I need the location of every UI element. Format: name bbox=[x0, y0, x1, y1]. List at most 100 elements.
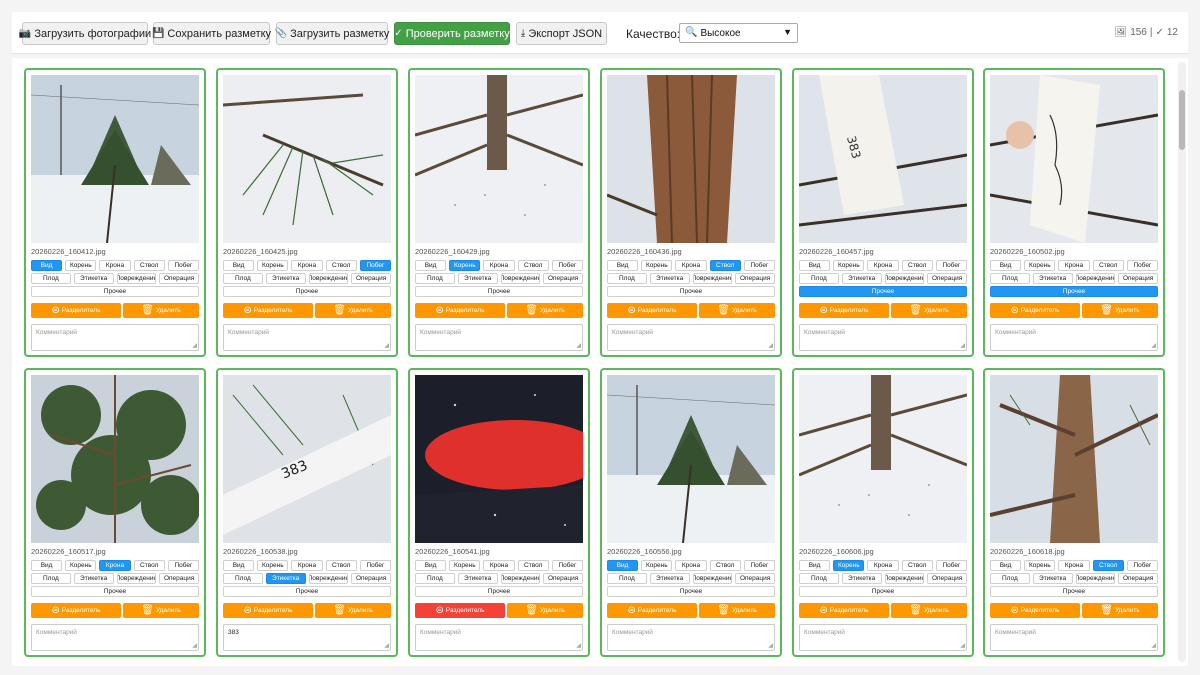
tag-labels.tags_row1.2[interactable]: Крона bbox=[99, 260, 131, 271]
tag-labels.tags_row2.1[interactable]: Этикетка bbox=[73, 273, 114, 284]
delete-button[interactable]: 🗑 Удалить bbox=[315, 603, 391, 618]
tag-labels.tags_row2.0[interactable]: Плод bbox=[607, 573, 647, 584]
tag-labels.tags_row2.1[interactable]: Этикетка bbox=[1032, 573, 1073, 584]
photo-thumbnail[interactable] bbox=[31, 75, 199, 243]
tag-labels.tags_row1.4[interactable]: Побег bbox=[743, 560, 776, 571]
tag-labels.tags_row2.2[interactable]: Повреждение bbox=[500, 273, 541, 284]
tag-labels.other[interactable]: Прочее bbox=[223, 286, 391, 297]
photo-card[interactable]: 20260226_160412.jpg Вид Корень Крона Ствол По… bbox=[24, 68, 206, 357]
photo-card[interactable]: 383 20260226_160457.jpg Вид Корень Крона Ство… bbox=[792, 68, 974, 357]
tag-labels.tags_row2.1[interactable]: Этикетка bbox=[73, 573, 114, 584]
tag-labels.tags_row1.0[interactable]: Вид bbox=[415, 260, 447, 271]
resize-grip-icon[interactable]: ◢ bbox=[384, 342, 389, 349]
tag-labels.tags_row2.2[interactable]: Повреждение bbox=[116, 273, 157, 284]
tag-labels.other[interactable]: Прочее bbox=[990, 286, 1158, 297]
tag-labels.tags_row2.3[interactable]: Операция bbox=[735, 273, 775, 284]
tag-labels.tags_row1.1[interactable]: Корень bbox=[1024, 260, 1056, 271]
comment-textarea[interactable]: Комментарий ◢ bbox=[799, 624, 967, 651]
tag-labels.tags_row1.0[interactable]: Вид bbox=[990, 560, 1022, 571]
split-button[interactable]: ⊜ Разделитель bbox=[799, 303, 889, 318]
tag-labels.tags_row2.1[interactable]: Этикетка bbox=[265, 273, 306, 284]
tag-labels.tags_row2.1[interactable]: Этикетка bbox=[1032, 273, 1073, 284]
tag-labels.tags_row1.2[interactable]: Крона bbox=[675, 560, 707, 571]
photo-thumbnail[interactable] bbox=[415, 375, 583, 543]
scrollbar-thumb[interactable] bbox=[1179, 90, 1185, 150]
photo-thumbnail[interactable]: 383 bbox=[799, 75, 967, 243]
tag-labels.tags_row1.3[interactable]: Ствол bbox=[325, 560, 357, 571]
photo-card[interactable]: 20260226_160618.jpg Вид Корень Крона Ствол По… bbox=[983, 368, 1165, 657]
tag-labels.other[interactable]: Прочее bbox=[990, 586, 1158, 597]
photo-card[interactable]: 20260226_160556.jpg Вид Корень Крона Ствол По… bbox=[600, 368, 782, 657]
delete-button[interactable]: 🗑 Удалить bbox=[891, 303, 967, 318]
photo-thumbnail[interactable] bbox=[990, 75, 1158, 243]
tag-labels.tags_row1.4[interactable]: Побег bbox=[551, 260, 584, 271]
tag-labels.tags_row2.3[interactable]: Операция bbox=[159, 573, 199, 584]
photo-card[interactable]: 20260226_160541.jpg Вид Корень Крона Ствол По… bbox=[408, 368, 590, 657]
photo-card[interactable]: 20260226_160502.jpg Вид Корень Крона Ствол По… bbox=[983, 68, 1165, 357]
tag-labels.tags_row2.3[interactable]: Операция bbox=[1118, 273, 1158, 284]
tag-labels.other[interactable]: Прочее bbox=[31, 286, 199, 297]
resize-grip-icon[interactable]: ◢ bbox=[576, 342, 581, 349]
tag-labels.tags_row2.0[interactable]: Плод bbox=[415, 573, 455, 584]
tag-labels.tags_row1.0[interactable]: Вид bbox=[607, 260, 639, 271]
comment-textarea[interactable]: Комментарий ◢ bbox=[31, 324, 199, 351]
split-button[interactable]: ⊜ Разделитель bbox=[415, 603, 505, 618]
resize-grip-icon[interactable]: ◢ bbox=[768, 342, 773, 349]
resize-grip-icon[interactable]: ◢ bbox=[960, 642, 965, 649]
tag-labels.other[interactable]: Прочее bbox=[415, 286, 583, 297]
tag-labels.tags_row2.2[interactable]: Повреждение bbox=[308, 573, 349, 584]
photo-card[interactable]: 20260226_160429.jpg Вид Корень Крона Ствол По… bbox=[408, 68, 590, 357]
delete-button[interactable]: 🗑 Удалить bbox=[699, 303, 775, 318]
photo-thumbnail[interactable] bbox=[607, 375, 775, 543]
photo-card[interactable]: 20260226_160517.jpg Вид Корень Крона Ствол По… bbox=[24, 368, 206, 657]
comment-textarea[interactable]: Комментарий ◢ bbox=[415, 624, 583, 651]
tag-labels.tags_row1.4[interactable]: Побег bbox=[551, 560, 584, 571]
tag-labels.tags_row1.4[interactable]: Побег bbox=[1126, 560, 1159, 571]
tag-labels.tags_row2.0[interactable]: Плод bbox=[31, 273, 71, 284]
tag-labels.tags_row1.1[interactable]: Корень bbox=[449, 260, 481, 271]
photo-card[interactable]: 20260226_160425.jpg Вид Корень Крона Ствол По… bbox=[216, 68, 398, 357]
comment-textarea[interactable]: Комментарий ◢ bbox=[607, 324, 775, 351]
tag-labels.tags_row1.1[interactable]: Корень bbox=[257, 560, 289, 571]
delete-button[interactable]: 🗑 Удалить bbox=[507, 303, 583, 318]
tag-labels.tags_row1.1[interactable]: Корень bbox=[449, 560, 481, 571]
save-markup-button[interactable]: 💾 Сохранить разметку bbox=[152, 22, 271, 45]
tag-labels.tags_row2.2[interactable]: Повреждение bbox=[1075, 273, 1116, 284]
tag-labels.tags_row1.1[interactable]: Корень bbox=[833, 560, 865, 571]
tag-labels.tags_row1.0[interactable]: Вид bbox=[223, 260, 255, 271]
tag-labels.tags_row1.2[interactable]: Крона bbox=[483, 260, 515, 271]
tag-labels.tags_row1.3[interactable]: Ствол bbox=[517, 560, 549, 571]
delete-button[interactable]: 🗑 Удалить bbox=[699, 603, 775, 618]
delete-button[interactable]: 🗑 Удалить bbox=[123, 303, 199, 318]
tag-labels.tags_row1.1[interactable]: Корень bbox=[1024, 560, 1056, 571]
tag-labels.tags_row1.1[interactable]: Корень bbox=[65, 260, 97, 271]
tag-labels.tags_row2.3[interactable]: Операция bbox=[735, 573, 775, 584]
split-button[interactable]: ⊜ Разделитель bbox=[415, 303, 505, 318]
split-button[interactable]: ⊜ Разделитель bbox=[990, 603, 1080, 618]
tag-labels.tags_row2.0[interactable]: Плод bbox=[223, 573, 263, 584]
tag-labels.tags_row2.1[interactable]: Этикетка bbox=[265, 573, 306, 584]
tag-labels.tags_row2.1[interactable]: Этикетка bbox=[457, 573, 498, 584]
tag-labels.tags_row1.3[interactable]: Ствол bbox=[901, 560, 933, 571]
photo-thumbnail[interactable] bbox=[415, 75, 583, 243]
tag-labels.tags_row1.3[interactable]: Ствол bbox=[1092, 560, 1124, 571]
tag-labels.tags_row1.4[interactable]: Побег bbox=[935, 260, 968, 271]
tag-labels.tags_row1.3[interactable]: Ствол bbox=[709, 560, 741, 571]
tag-labels.other[interactable]: Прочее bbox=[799, 586, 967, 597]
resize-grip-icon[interactable]: ◢ bbox=[1151, 642, 1156, 649]
tag-labels.tags_row2.0[interactable]: Плод bbox=[31, 573, 71, 584]
split-button[interactable]: ⊜ Разделитель bbox=[31, 603, 121, 618]
resize-grip-icon[interactable]: ◢ bbox=[960, 342, 965, 349]
tag-labels.tags_row2.3[interactable]: Операция bbox=[1118, 573, 1158, 584]
tag-labels.tags_row1.3[interactable]: Ствол bbox=[133, 260, 165, 271]
delete-button[interactable]: 🗑 Удалить bbox=[1082, 303, 1158, 318]
quality-select[interactable]: 🔍 Высокое ▼ bbox=[679, 23, 798, 43]
tag-labels.tags_row1.0[interactable]: Вид bbox=[607, 560, 639, 571]
tag-labels.tags_row1.0[interactable]: Вид bbox=[415, 560, 447, 571]
tag-labels.tags_row1.1[interactable]: Корень bbox=[641, 260, 673, 271]
tag-labels.other[interactable]: Прочее bbox=[223, 586, 391, 597]
tag-labels.tags_row1.2[interactable]: Крона bbox=[483, 560, 515, 571]
resize-grip-icon[interactable]: ◢ bbox=[192, 642, 197, 649]
resize-grip-icon[interactable]: ◢ bbox=[576, 642, 581, 649]
tag-labels.tags_row2.0[interactable]: Плод bbox=[799, 273, 839, 284]
